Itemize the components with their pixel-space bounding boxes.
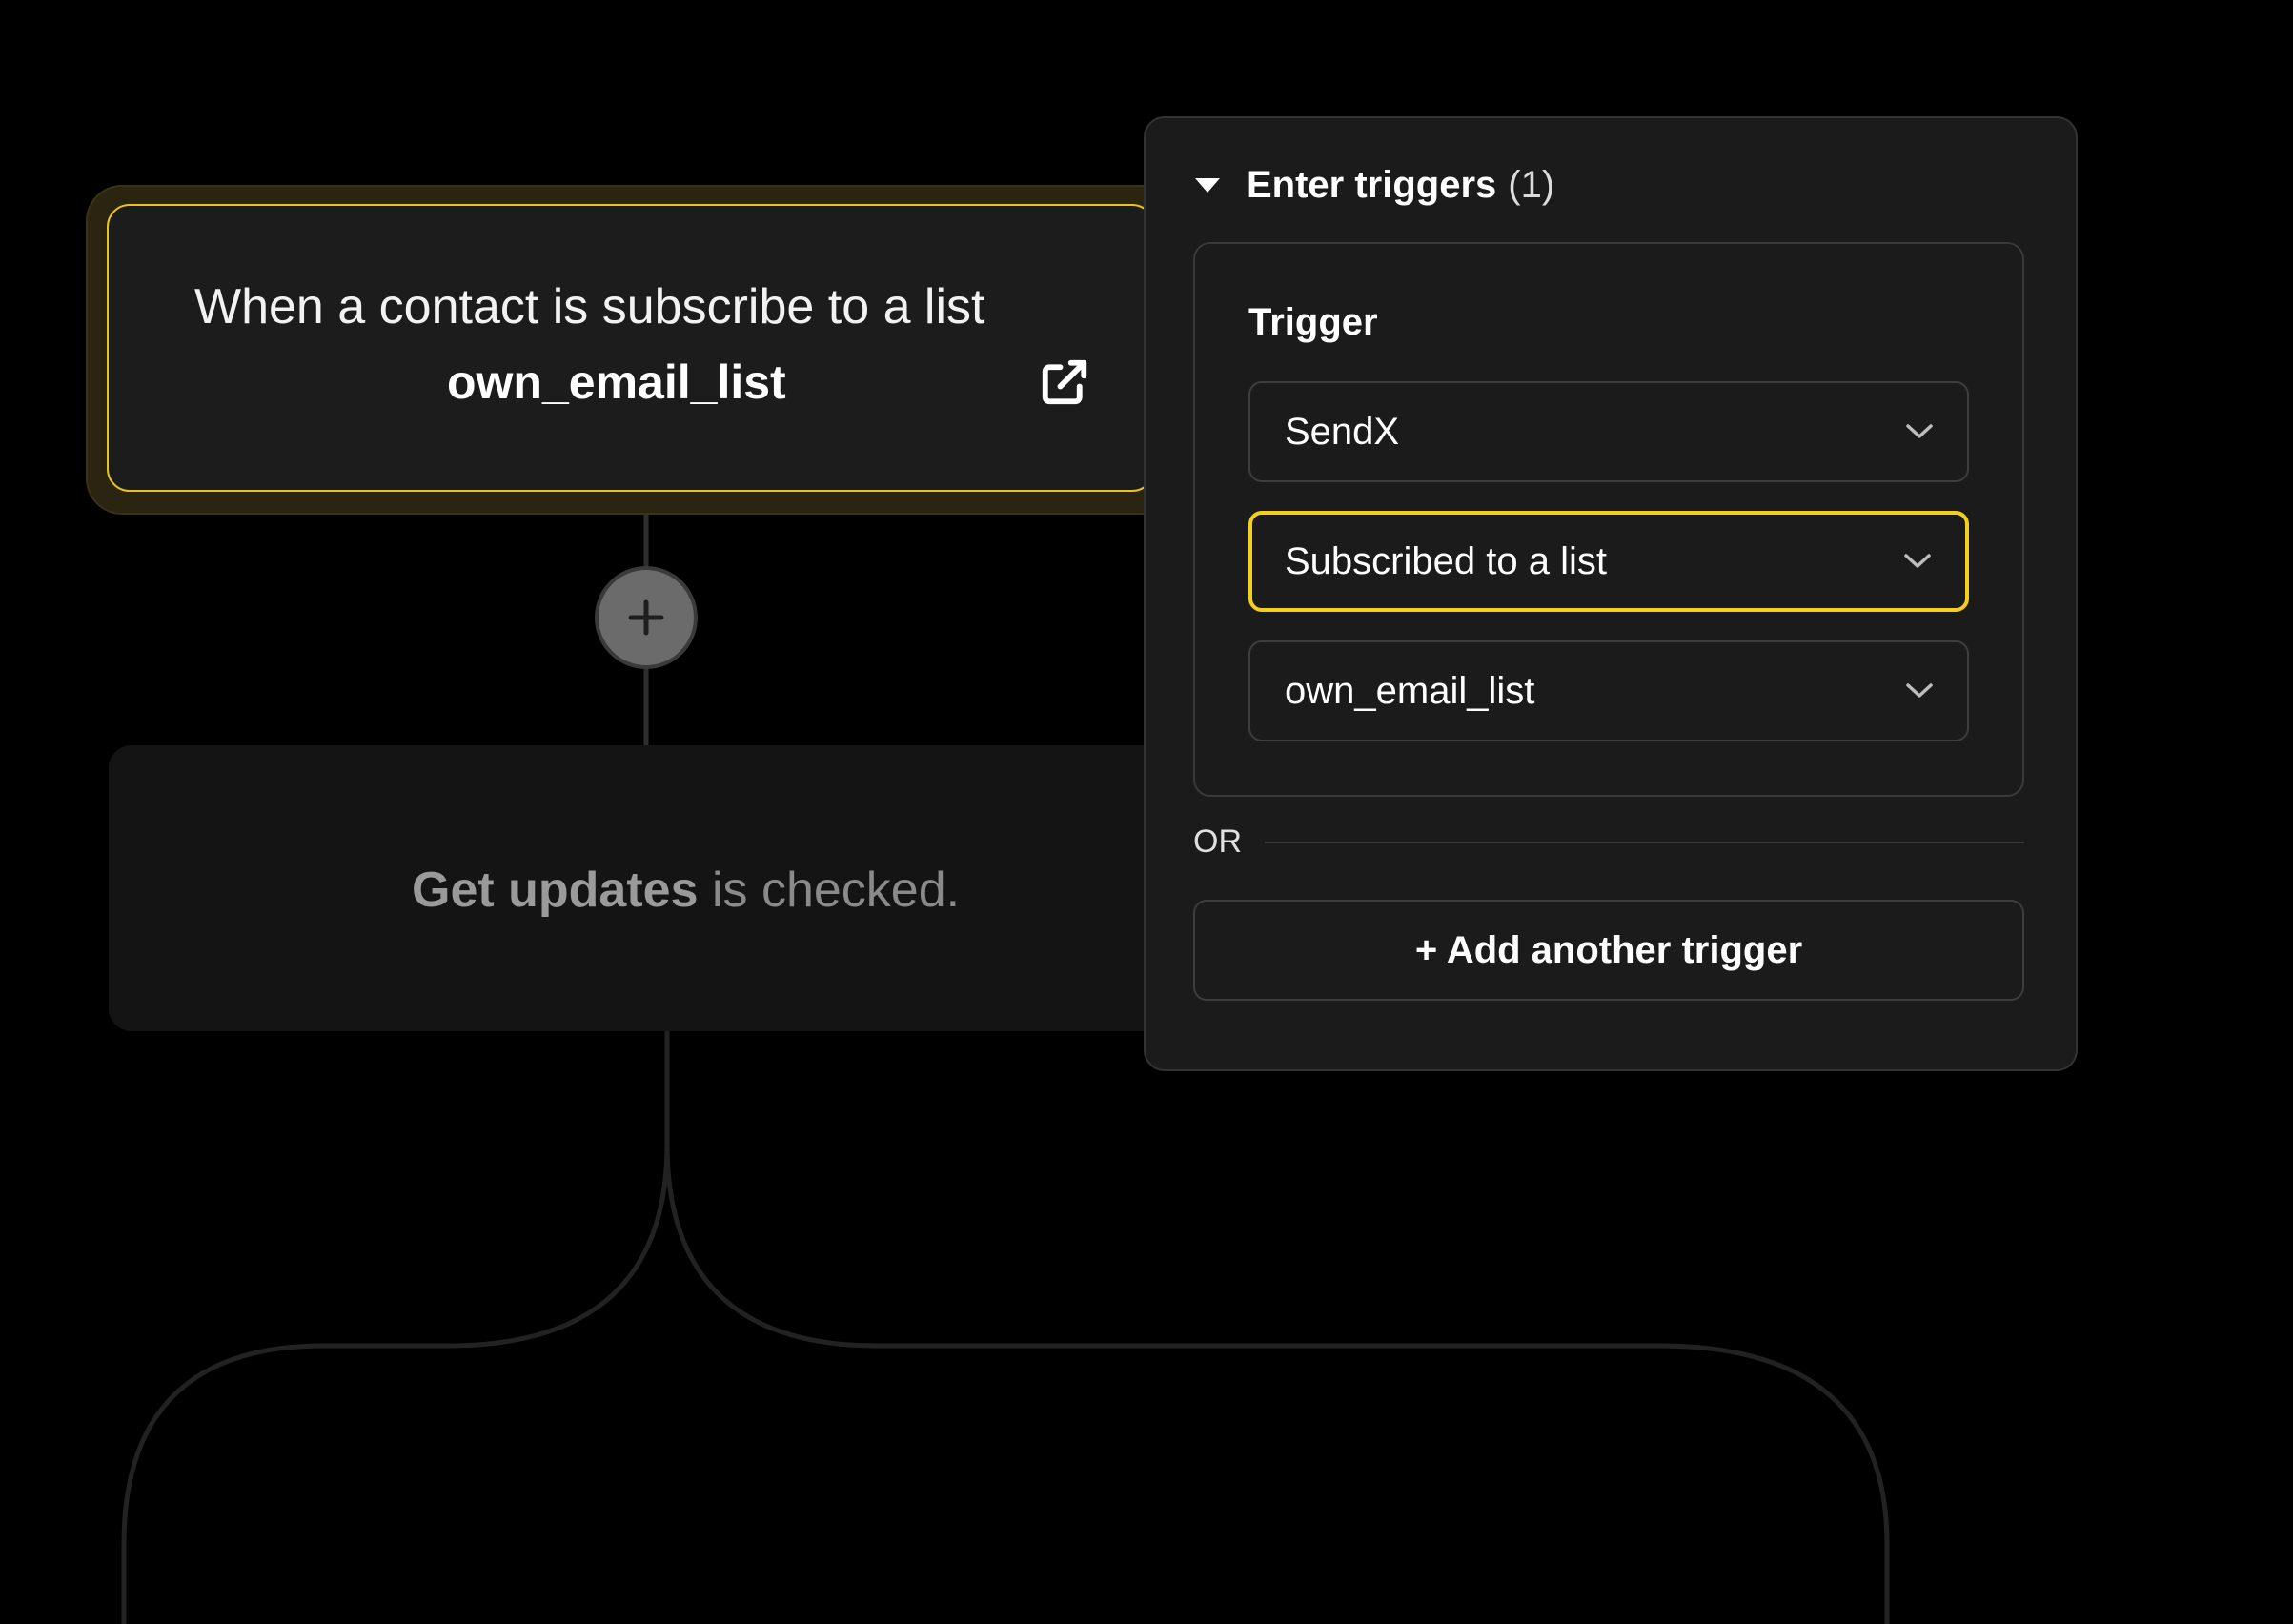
enter-triggers-panel: Enter triggers (1) Trigger SendX Subscri… xyxy=(1144,116,2078,1071)
trigger-label: Trigger xyxy=(1248,301,1378,343)
panel-title: Enter triggers xyxy=(1247,164,1497,206)
chevron-down-icon xyxy=(1906,424,1933,438)
chevron-down-icon xyxy=(1906,683,1933,698)
caret-down-icon[interactable] xyxy=(1195,178,1220,193)
event-select-value: Subscribed to a list xyxy=(1285,539,1607,582)
trigger-group: Trigger SendX Subscribed to a list own_e… xyxy=(1193,242,2024,797)
add-step-button[interactable] xyxy=(595,566,698,669)
condition-node[interactable]: Get updates is checked. xyxy=(109,745,1186,1031)
trigger-count: (1) xyxy=(1508,164,1555,206)
condition-field: Get updates xyxy=(412,863,699,918)
list-select-value: own_email_list xyxy=(1285,669,1535,712)
panel-header[interactable]: Enter triggers (1) xyxy=(1195,164,1554,207)
or-divider: OR xyxy=(1193,823,2024,861)
app-select-value: SendX xyxy=(1285,410,1400,453)
plus-icon xyxy=(628,599,664,636)
divider-line xyxy=(1265,841,2024,843)
trigger-description: When a contact is subscribe to a list xyxy=(194,279,985,335)
external-link-icon[interactable] xyxy=(1039,356,1090,408)
or-label: OR xyxy=(1193,823,1242,860)
chevron-down-icon xyxy=(1904,554,1931,568)
add-another-trigger-button[interactable]: + Add another trigger xyxy=(1193,900,2024,1001)
app-select[interactable]: SendX xyxy=(1248,381,1969,482)
event-select[interactable]: Subscribed to a list xyxy=(1248,511,1969,612)
trigger-node[interactable]: When a contact is subscribe to a list ow… xyxy=(107,204,1155,492)
list-select[interactable]: own_email_list xyxy=(1248,640,1969,741)
condition-text: Get updates is checked. xyxy=(412,862,960,919)
condition-status: is checked. xyxy=(698,863,961,918)
trigger-list-name: own_email_list xyxy=(447,355,786,409)
